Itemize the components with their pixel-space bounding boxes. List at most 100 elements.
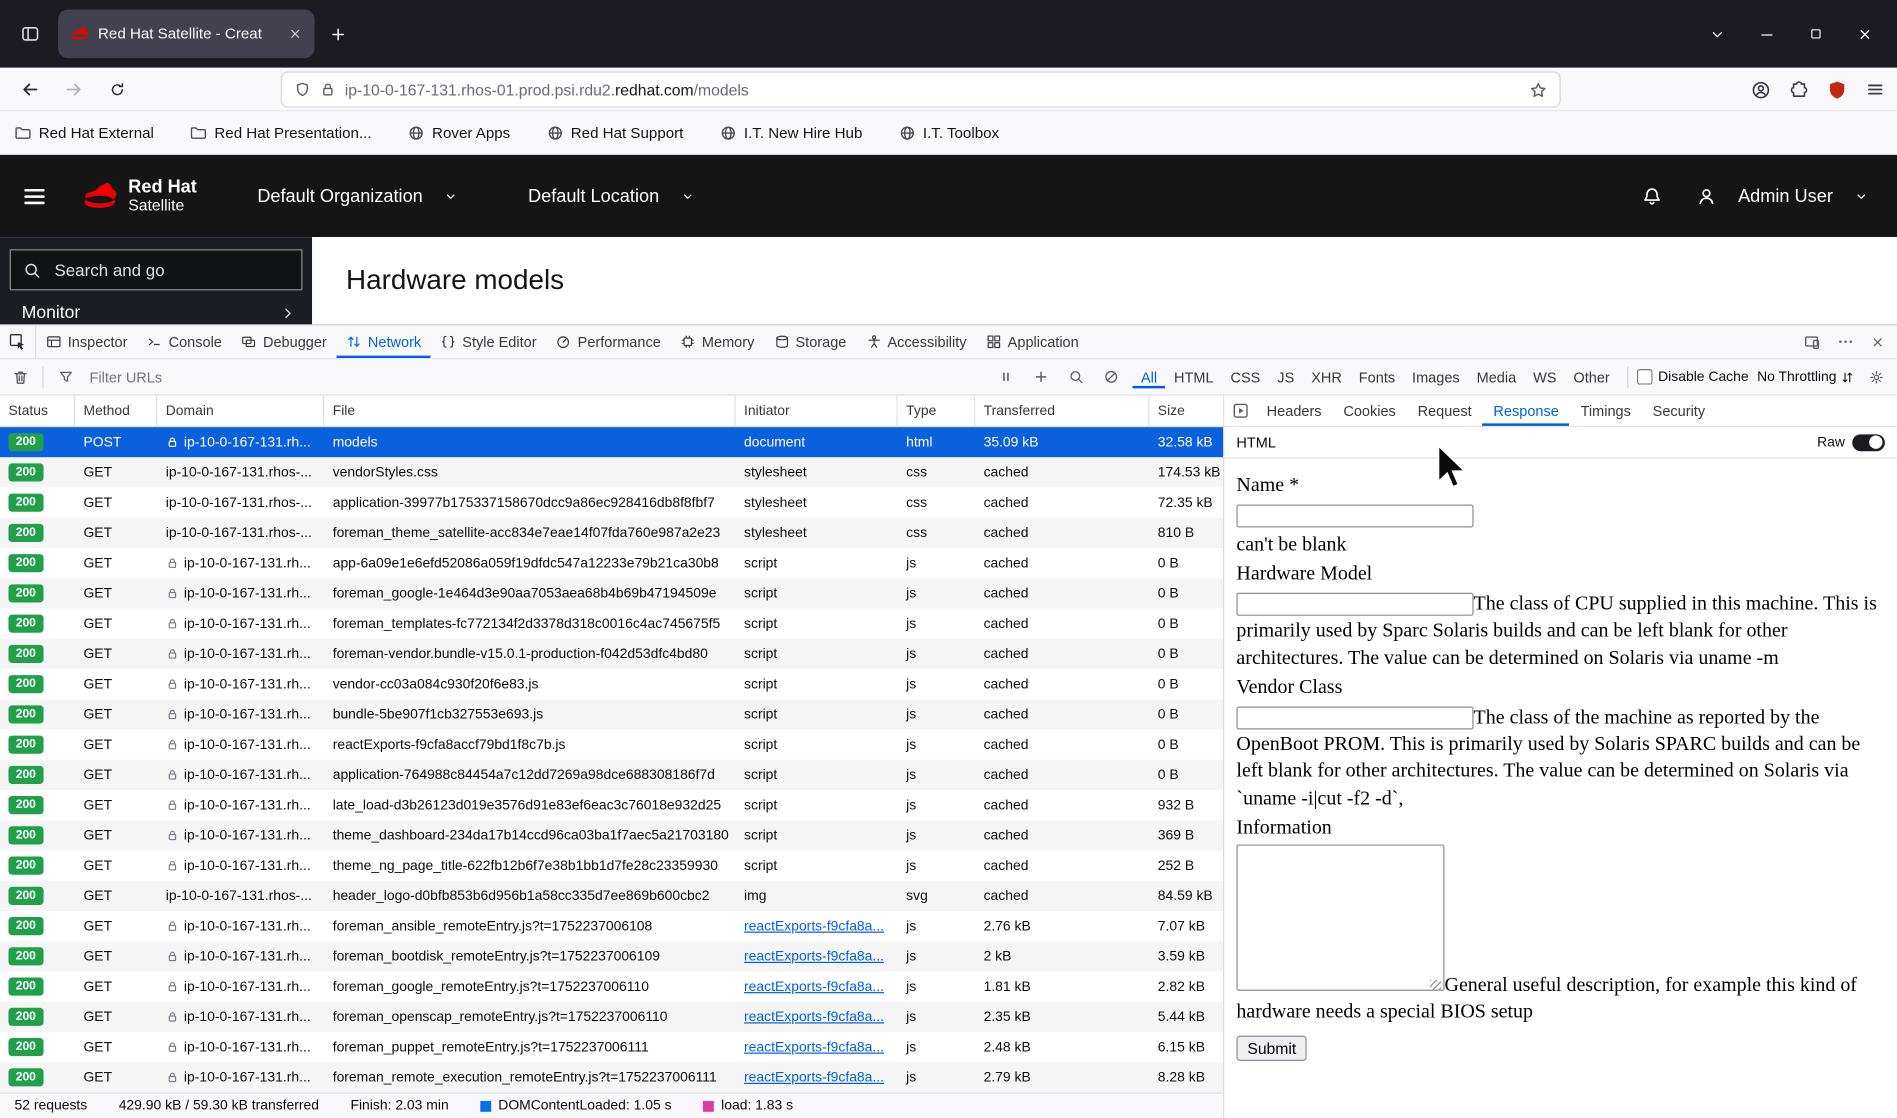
submit-button[interactable]: Submit bbox=[1236, 1035, 1308, 1061]
menu-hamburger-icon[interactable] bbox=[1866, 80, 1885, 99]
detail-tab-request[interactable]: Request bbox=[1407, 396, 1483, 426]
filter-pill-ws[interactable]: WS bbox=[1525, 366, 1565, 388]
initiator-link[interactable]: reactExports-f9cfa8a... bbox=[744, 1040, 884, 1055]
new-tab-button[interactable] bbox=[329, 25, 347, 43]
initiator-link[interactable]: reactExports-f9cfa8a... bbox=[744, 919, 884, 934]
column-header-size[interactable]: Size bbox=[1149, 395, 1225, 426]
bookmark-red-hat-presentation[interactable]: Red Hat Presentation... bbox=[190, 125, 372, 142]
network-settings-gear-icon[interactable] bbox=[1863, 364, 1890, 391]
devtools-tab-network[interactable]: Network bbox=[336, 325, 430, 358]
lock-icon[interactable] bbox=[319, 81, 336, 98]
pick-element-icon[interactable] bbox=[0, 325, 37, 359]
request-row[interactable]: 200 GET ip-10-0-167-131.rh... foreman_opens… bbox=[0, 1001, 1224, 1032]
devtools-close-icon[interactable] bbox=[1863, 327, 1892, 356]
devtools-tab-performance[interactable]: Performance bbox=[546, 325, 670, 358]
url-bar[interactable]: ip-10-0-167-131.rhos-01.prod.psi.rdu2.re… bbox=[281, 72, 1560, 107]
raw-toggle[interactable] bbox=[1852, 433, 1885, 451]
search-input[interactable] bbox=[52, 258, 270, 281]
account-icon[interactable] bbox=[1751, 79, 1772, 100]
request-row[interactable]: 200 GET ip-10-0-167-131.rhos-... applicatio… bbox=[0, 488, 1223, 518]
column-header-initiator[interactable]: Initiator bbox=[736, 395, 898, 426]
devtools-tab-console[interactable]: Console bbox=[137, 325, 231, 358]
user-menu[interactable]: Admin User bbox=[1738, 186, 1833, 207]
filter-pill-js[interactable]: JS bbox=[1269, 366, 1303, 388]
request-row[interactable]: 200 GET ip-10-0-167-131.rhos-... foreman_th… bbox=[0, 517, 1224, 549]
clear-requests-trash-icon[interactable] bbox=[7, 364, 34, 391]
resize-handle[interactable] bbox=[1430, 980, 1441, 991]
redhat-satellite-logo[interactable]: Red Hat Satellite bbox=[81, 178, 197, 214]
bookmark-i-t-new-hire-hub[interactable]: I.T. New Hire Hub bbox=[720, 125, 862, 142]
initiator-link[interactable]: reactExports-f9cfa8a... bbox=[744, 1010, 884, 1025]
ublock-shield-icon[interactable] bbox=[1827, 79, 1848, 100]
search-requests-icon[interactable] bbox=[1062, 364, 1089, 391]
block-request-icon[interactable] bbox=[1097, 364, 1124, 391]
information-textarea[interactable] bbox=[1236, 844, 1445, 991]
filter-urls-input[interactable] bbox=[87, 367, 269, 387]
request-row[interactable]: 200 GET ip-10-0-167-131.rh... late_load-d3b… bbox=[0, 790, 1223, 820]
request-row[interactable]: 200 GET ip-10-0-167-131.rh... foreman_templ… bbox=[0, 609, 1223, 639]
disable-cache-checkbox[interactable]: Disable Cache bbox=[1636, 368, 1749, 385]
maximize-button[interactable] bbox=[1809, 27, 1824, 42]
firefox-view-button[interactable] bbox=[12, 16, 48, 52]
filter-pill-css[interactable]: CSS bbox=[1222, 366, 1269, 388]
devtools-tab-accessibility[interactable]: Accessibility bbox=[856, 325, 976, 358]
request-row[interactable]: 200 GET ip-10-0-167-131.rhos-... vendorStyl… bbox=[0, 457, 1224, 488]
throttling-dropdown[interactable]: No Throttling bbox=[1757, 370, 1855, 384]
request-row[interactable]: 200 GET ip-10-0-167-131.rh... foreman_ansib… bbox=[0, 911, 1223, 941]
disable-cache-input[interactable] bbox=[1636, 368, 1653, 385]
devtools-tab-memory[interactable]: Memory bbox=[670, 325, 764, 358]
window-close-button[interactable] bbox=[1857, 26, 1873, 42]
bookmark-i-t-toolbox[interactable]: I.T. Toolbox bbox=[899, 125, 999, 142]
bookmark-rover-apps[interactable]: Rover Apps bbox=[408, 125, 510, 142]
tab-close-icon[interactable] bbox=[288, 27, 303, 42]
pause-traffic-icon[interactable] bbox=[992, 364, 1019, 391]
devtools-tab-inspector[interactable]: Inspector bbox=[36, 325, 137, 358]
sidebar-item-monitor[interactable]: Monitor bbox=[10, 304, 303, 323]
request-row[interactable]: 200 GET ip-10-0-167-131.rh... reactExports-… bbox=[0, 730, 1223, 760]
devtools-meatball-menu-icon[interactable] bbox=[1830, 327, 1859, 356]
column-header-status[interactable]: Status bbox=[0, 395, 76, 426]
filter-pill-all[interactable]: All bbox=[1132, 366, 1165, 388]
devtools-tab-debugger[interactable]: Debugger bbox=[232, 325, 337, 358]
shield-icon[interactable] bbox=[294, 81, 311, 98]
request-row[interactable]: 200 GET ip-10-0-167-131.rh... app-6a09e1e6e… bbox=[0, 548, 1223, 578]
vertical-nav-search[interactable] bbox=[9, 249, 303, 291]
response-preview-icon[interactable] bbox=[1224, 396, 1255, 426]
filter-pill-fonts[interactable]: Fonts bbox=[1350, 366, 1403, 388]
tab-list-chevron-icon[interactable] bbox=[1709, 26, 1725, 42]
name-input[interactable] bbox=[1236, 504, 1474, 528]
request-row[interactable]: 200 GET ip-10-0-167-131.rh... vendor-cc03a0… bbox=[0, 669, 1223, 699]
forward-button[interactable] bbox=[58, 73, 89, 104]
column-header-type[interactable]: Type bbox=[898, 395, 976, 426]
detail-tab-cookies[interactable]: Cookies bbox=[1332, 396, 1406, 426]
request-row[interactable]: 200 GET ip-10-0-167-131.rh... bundle-5be907… bbox=[0, 699, 1224, 730]
bookmark-star-icon[interactable] bbox=[1529, 80, 1547, 98]
browser-tab[interactable]: Red Hat Satellite - Creat bbox=[58, 9, 315, 59]
initiator-link[interactable]: reactExports-f9cfa8a... bbox=[744, 979, 884, 994]
devtools-tab-application[interactable]: Application bbox=[976, 325, 1088, 358]
filter-pill-html[interactable]: HTML bbox=[1166, 366, 1222, 388]
reload-button[interactable] bbox=[102, 73, 133, 104]
devtools-tab-style-editor[interactable]: Style Editor bbox=[431, 325, 546, 358]
organization-selector[interactable]: Default Organization bbox=[257, 186, 458, 206]
detail-tab-response[interactable]: Response bbox=[1483, 396, 1570, 426]
request-row[interactable]: 200 GET ip-10-0-167-131.rh... foreman_puppe… bbox=[0, 1032, 1223, 1062]
bookmark-red-hat-support[interactable]: Red Hat Support bbox=[547, 125, 683, 142]
request-row[interactable]: 200 GET ip-10-0-167-131.rhos-... header_log… bbox=[0, 880, 1224, 911]
column-header-method[interactable]: Method bbox=[75, 395, 158, 426]
filter-pill-other[interactable]: Other bbox=[1565, 366, 1618, 388]
hardware-model-input[interactable] bbox=[1236, 593, 1474, 617]
location-selector[interactable]: Default Location bbox=[528, 186, 694, 206]
app-nav-toggle-icon[interactable] bbox=[22, 183, 47, 208]
column-header-transferred[interactable]: Transferred bbox=[975, 395, 1150, 426]
request-row[interactable]: 200 GET ip-10-0-167-131.rh... application-7… bbox=[0, 759, 1224, 791]
request-row[interactable]: 200 GET ip-10-0-167-131.rh... foreman_googl… bbox=[0, 971, 1223, 1001]
bookmark-red-hat-external[interactable]: Red Hat External bbox=[15, 125, 154, 142]
request-row[interactable]: 200 GET ip-10-0-167-131.rh... foreman_googl… bbox=[0, 578, 1224, 609]
filter-pill-xhr[interactable]: XHR bbox=[1303, 366, 1351, 388]
request-row[interactable]: 200 GET ip-10-0-167-131.rh... foreman_remot… bbox=[0, 1062, 1224, 1093]
request-row[interactable]: 200 POST ip-10-0-167-131.rh... models docume… bbox=[0, 427, 1224, 458]
extensions-puzzle-icon[interactable] bbox=[1789, 80, 1808, 99]
filter-pill-images[interactable]: Images bbox=[1404, 366, 1469, 388]
initiator-link[interactable]: reactExports-f9cfa8a... bbox=[744, 949, 884, 964]
